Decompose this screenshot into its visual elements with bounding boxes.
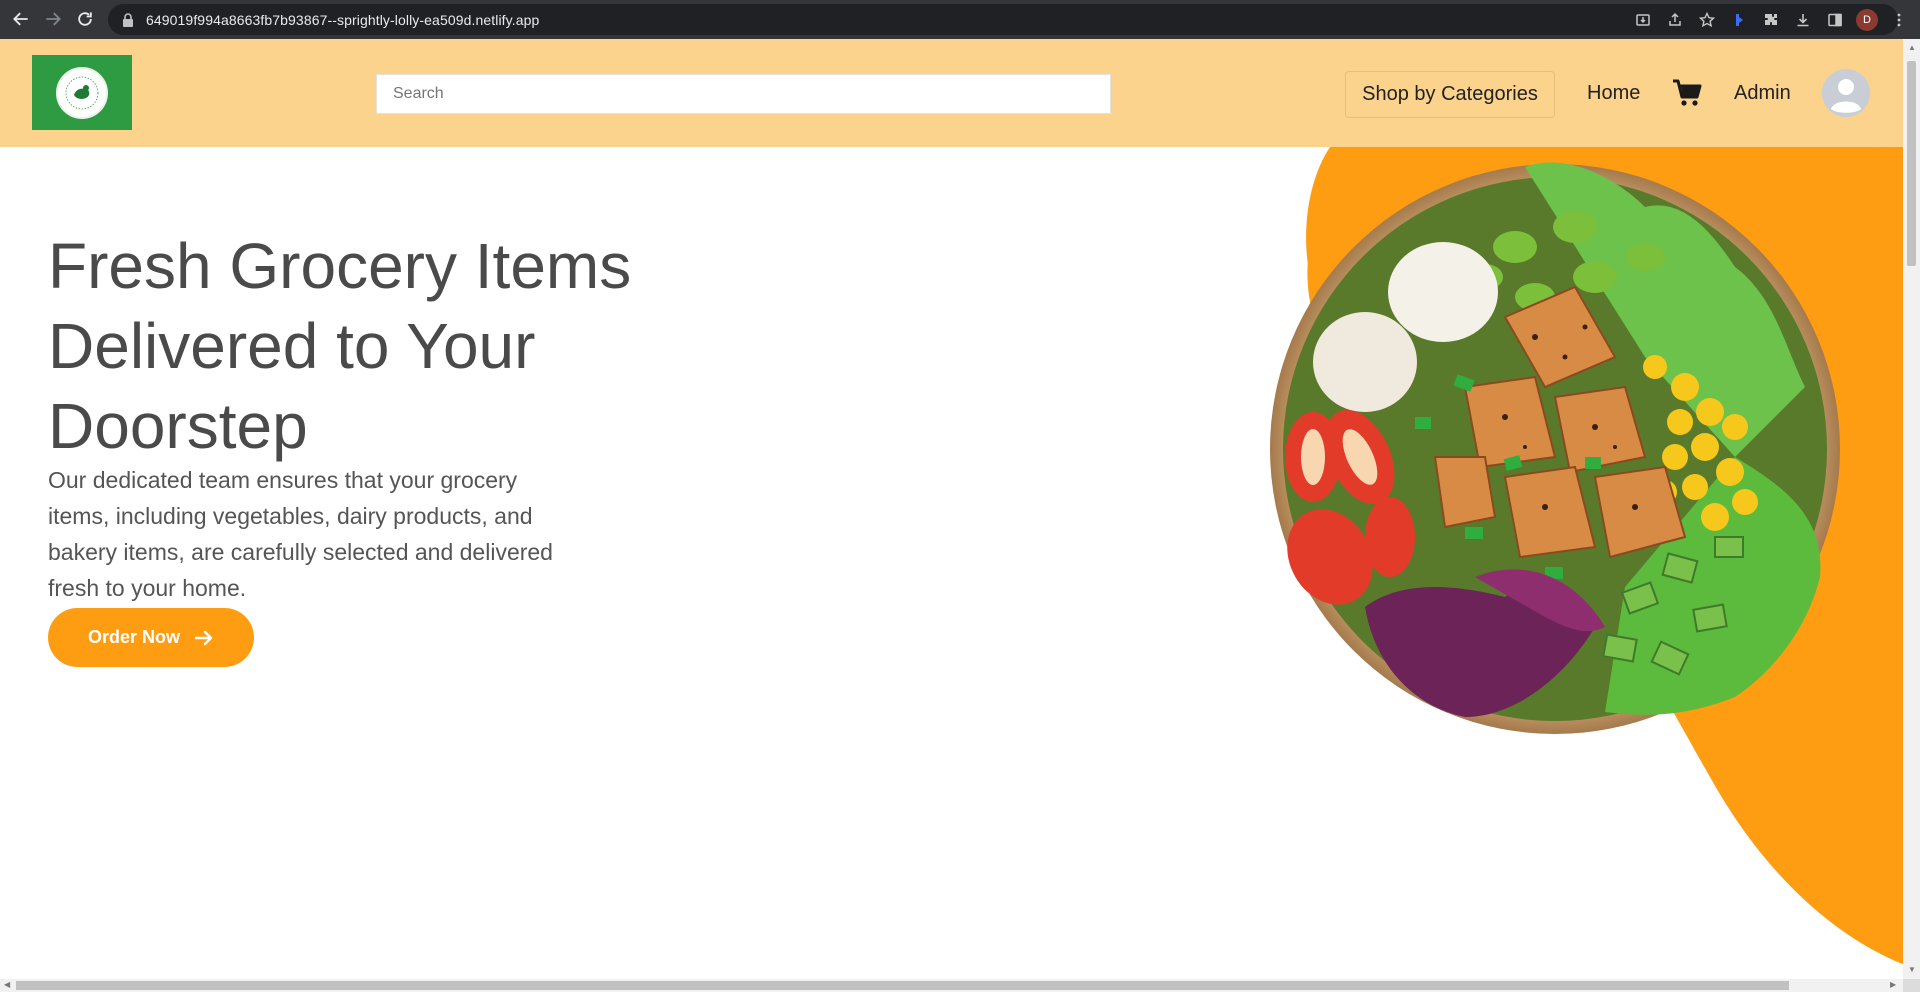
scroll-right-icon[interactable]: ▶ [1890, 980, 1896, 989]
scroll-down-icon[interactable]: ▼ [1908, 965, 1916, 974]
search-input[interactable] [376, 74, 1111, 114]
hero-title: Fresh Grocery Items Delivered to Your Do… [48, 230, 632, 462]
install-icon[interactable] [1632, 9, 1654, 31]
extension-icon[interactable] [1728, 9, 1750, 31]
browser-toolbar: 649019f994a8663fb7b93867--sprightly-loll… [0, 0, 1920, 39]
star-icon[interactable] [1696, 9, 1718, 31]
logo-emblem-icon [56, 66, 108, 119]
scrollbar-corner [1903, 979, 1920, 992]
user-avatar-icon[interactable] [1822, 69, 1870, 117]
back-icon[interactable] [5, 3, 37, 35]
scroll-up-icon[interactable]: ▲ [1908, 43, 1916, 52]
page: Shop by Categories Home Admin Fresh Groc… [0, 39, 1903, 979]
order-now-button[interactable]: Order Now [48, 608, 254, 667]
salad-bowl-image [1270, 162, 1840, 734]
admin-link[interactable]: Admin [1734, 82, 1791, 105]
share-icon[interactable] [1664, 9, 1686, 31]
sidepanel-icon[interactable] [1824, 9, 1846, 31]
site-logo[interactable] [32, 55, 132, 130]
arrow-right-icon [194, 630, 213, 645]
menu-icon[interactable] [1888, 9, 1910, 31]
hero-description: Our dedicated team ensures that your gro… [48, 467, 553, 601]
scroll-left-icon[interactable]: ◀ [4, 980, 10, 989]
horizontal-scrollbar[interactable]: ◀ ▶ [0, 979, 1903, 992]
site-header: Shop by Categories Home Admin [0, 39, 1903, 147]
puzzle-icon[interactable] [1760, 9, 1782, 31]
profile-avatar[interactable]: D [1856, 8, 1878, 31]
vertical-scroll-thumb[interactable] [1907, 61, 1916, 266]
home-link[interactable]: Home [1587, 82, 1640, 105]
address-bar[interactable]: 649019f994a8663fb7b93867--sprightly-loll… [108, 4, 1898, 35]
cart-icon[interactable] [1672, 79, 1702, 107]
lock-icon [123, 12, 133, 27]
forward-icon[interactable] [37, 3, 69, 35]
horizontal-scroll-thumb[interactable] [16, 981, 1789, 990]
shop-by-categories-button[interactable]: Shop by Categories [1345, 71, 1555, 118]
download-icon[interactable] [1792, 9, 1814, 31]
reload-icon[interactable] [69, 3, 101, 35]
vertical-scrollbar[interactable]: ▲ ▼ [1903, 39, 1920, 979]
order-now-label: Order Now [87, 627, 180, 647]
url-text: 649019f994a8663fb7b93867--sprightly-loll… [146, 11, 540, 28]
